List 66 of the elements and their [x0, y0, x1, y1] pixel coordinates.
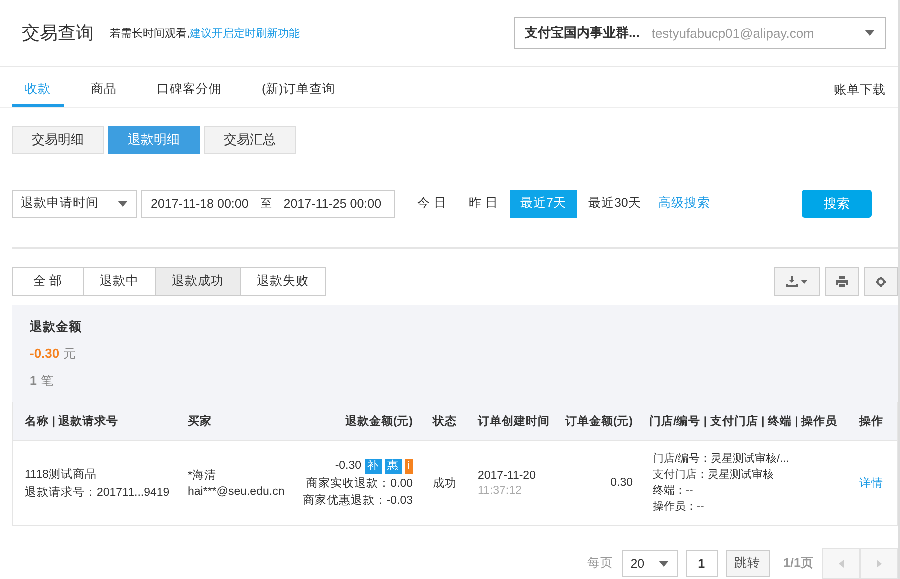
summary-title: 退款金额: [30, 319, 83, 336]
count-unit: 笔: [40, 373, 54, 390]
refresh-hint: 若需长时间观看,: [110, 26, 190, 40]
right-triangle-icon: [876, 560, 882, 568]
caret-icon: [658, 560, 669, 566]
caret-icon: [118, 200, 128, 206]
refund-count: 1: [30, 374, 37, 388]
account-select[interactable]: 支付宝国内事业群... testyufabucp01@alipay.com: [514, 17, 886, 49]
status-tab[interactable]: 全 部: [12, 267, 84, 296]
buyer-name: *海清: [188, 468, 218, 483]
status-tab[interactable]: 退款中: [84, 267, 156, 296]
store-info-line: 操作员：--: [653, 500, 704, 514]
page-size-select[interactable]: 20: [622, 550, 678, 577]
column-header: 名称 | 退款请求号: [24, 414, 120, 428]
jump-button[interactable]: 跳转: [726, 550, 770, 577]
created-date: 2017-11-20: [478, 470, 537, 482]
page-title: 交易查询: [22, 22, 94, 45]
currency-unit: 元: [64, 346, 77, 363]
caret-icon: [865, 30, 875, 36]
settings-button[interactable]: [864, 267, 898, 296]
merchant-discount-refund: 商家优惠退款：-0.03: [302, 493, 413, 508]
store-info-line: 终端：--: [653, 484, 694, 498]
nav-tab[interactable]: 商品: [78, 81, 130, 107]
created-time: 11:37:12: [478, 484, 523, 496]
column-header: 状态: [432, 414, 458, 428]
date-range-option[interactable]: 今 日: [406, 190, 458, 218]
status-tab[interactable]: 退款成功: [156, 267, 241, 296]
refund-total: -0.30: [30, 346, 60, 361]
page-number-field[interactable]: 1: [686, 550, 718, 577]
page-count: 1/1页: [784, 555, 814, 572]
print-button[interactable]: [825, 267, 859, 296]
store-info-line: 门店/编号：灵星测试审核/...: [653, 452, 790, 466]
left-triangle-icon: [838, 560, 844, 568]
sub-tab[interactable]: 交易汇总: [204, 126, 296, 154]
refund-amount: -0.30: [335, 460, 362, 472]
bill-download-link[interactable]: 账单下载: [834, 82, 886, 107]
tag-badge: 补: [364, 458, 382, 474]
column-header: 订单创建时间: [476, 414, 551, 428]
date-range-field[interactable]: 2017-11-18 00:00 至 2017-11-25 00:00: [141, 190, 395, 218]
caret-icon: [801, 280, 808, 284]
nav-tab[interactable]: (新)订单查询: [249, 81, 348, 107]
date-range-option[interactable]: 昨 日: [458, 190, 510, 218]
download-icon: [786, 276, 798, 287]
store-info-line: 支付门店：灵星测试审核: [653, 468, 774, 482]
date-range-option[interactable]: 最近30天: [577, 190, 652, 218]
status-text: 成功: [433, 478, 457, 490]
order-amount: 0.30: [610, 477, 633, 489]
request-number: 退款请求号：201711...9419: [25, 486, 171, 500]
column-header: 操作: [858, 414, 884, 428]
column-header: 退款金额(元): [344, 414, 414, 428]
status-tab[interactable]: 退款失败: [241, 267, 326, 296]
nav-tab[interactable]: 口碑客分佣: [144, 81, 235, 107]
time-type-select[interactable]: 退款申请时间: [12, 190, 137, 218]
sub-tab[interactable]: 交易明细: [12, 126, 104, 154]
merchant-received-refund: 商家实收退款：0.00: [306, 476, 413, 490]
column-header: 门店/编号 | 支付门店 | 终端 | 操作员: [648, 414, 839, 428]
settings-icon: [876, 276, 886, 286]
column-header: 买家: [187, 414, 213, 428]
tag-badge: 惠: [384, 458, 402, 474]
download-button[interactable]: [774, 267, 820, 296]
tag-badge: i: [404, 458, 413, 474]
print-icon: [836, 276, 848, 287]
per-page-label: 每页: [588, 555, 614, 572]
column-header: 订单金额(元): [564, 414, 634, 428]
buyer-email: hai***@seu.edu.cn: [188, 486, 286, 498]
product-name: 1118测试商品: [25, 467, 98, 482]
